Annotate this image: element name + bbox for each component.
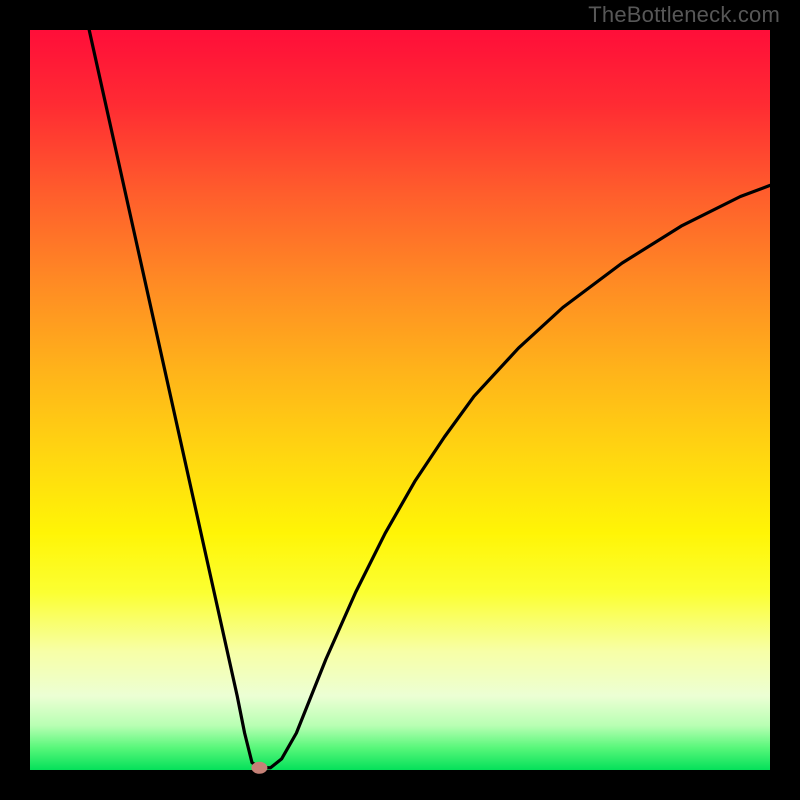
chart-frame: TheBottleneck.com bbox=[0, 0, 800, 800]
optimal-point-marker bbox=[251, 762, 267, 774]
bottleneck-curve-line bbox=[89, 30, 770, 768]
bottleneck-line-chart bbox=[30, 30, 770, 770]
watermark-text: TheBottleneck.com bbox=[588, 2, 780, 28]
